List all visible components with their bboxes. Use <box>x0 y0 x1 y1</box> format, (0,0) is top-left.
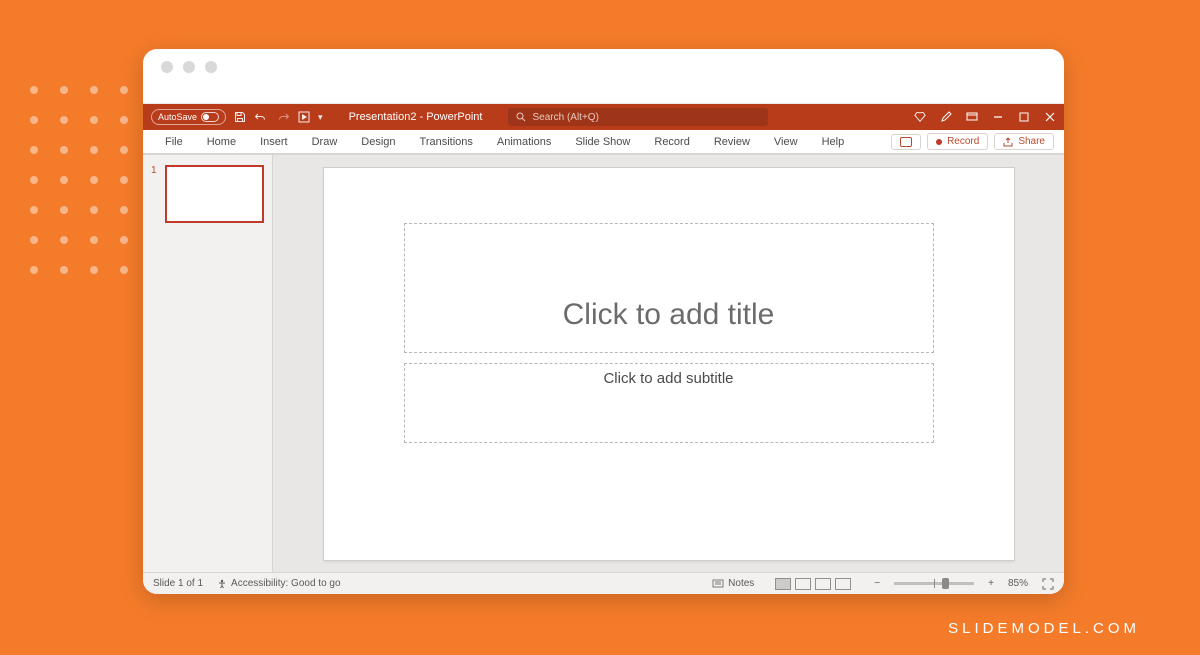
slide-counter[interactable]: Slide 1 of 1 <box>153 578 203 589</box>
zoom-in-button[interactable]: + <box>988 578 994 589</box>
subtitle-placeholder-text: Click to add subtitle <box>603 364 733 387</box>
zoom-out-button[interactable]: − <box>874 578 880 589</box>
comment-icon <box>900 137 912 147</box>
diamond-icon[interactable] <box>914 111 926 123</box>
title-placeholder-text: Click to add title <box>563 298 775 352</box>
work-area: 1 Click to add title Click to add subtit… <box>143 154 1064 572</box>
autosave-toggle[interactable]: AutoSave <box>151 109 226 125</box>
autosave-label: AutoSave <box>158 110 197 124</box>
maximize-icon[interactable] <box>1018 112 1030 122</box>
notes-toggle[interactable]: Notes <box>712 578 754 589</box>
slide-canvas-area[interactable]: Click to add title Click to add subtitle <box>273 155 1064 572</box>
save-icon[interactable] <box>234 111 246 123</box>
autosave-switch-icon <box>201 112 219 122</box>
share-icon <box>1003 137 1013 147</box>
tab-record[interactable]: Record <box>642 130 701 153</box>
search-icon <box>516 112 526 122</box>
slide-sorter-button[interactable] <box>795 578 811 590</box>
ribbon-display-icon[interactable] <box>966 112 978 122</box>
app-titlebar: AutoSave ▾ Presentation2 - PowerPoint Se… <box>143 104 1064 130</box>
zoom-slider[interactable] <box>894 582 974 585</box>
comments-button[interactable] <box>891 134 921 150</box>
share-button[interactable]: Share <box>994 133 1054 150</box>
document-title: Presentation2 - PowerPoint <box>349 111 483 123</box>
accessibility-status[interactable]: Accessibility: Good to go <box>217 578 341 589</box>
minimize-icon[interactable] <box>992 112 1004 122</box>
search-box[interactable]: Search (Alt+Q) <box>508 108 768 126</box>
ribbon-tabs: File Home Insert Draw Design Transitions… <box>143 130 1064 154</box>
reading-view-button[interactable] <box>815 578 831 590</box>
share-label: Share <box>1018 136 1045 147</box>
brand-watermark: SLIDEMODEL.COM <box>948 620 1140 637</box>
fit-to-window-button[interactable] <box>1042 578 1054 590</box>
zoom-percent[interactable]: 85% <box>1008 578 1028 589</box>
window-control-max[interactable] <box>205 61 217 73</box>
tab-review[interactable]: Review <box>702 130 762 153</box>
thumbnail-number: 1 <box>151 165 159 223</box>
powerpoint-app: AutoSave ▾ Presentation2 - PowerPoint Se… <box>143 103 1064 594</box>
tab-help[interactable]: Help <box>810 130 857 153</box>
subtitle-placeholder[interactable]: Click to add subtitle <box>404 363 934 443</box>
notes-icon <box>712 579 724 589</box>
record-label: Record <box>947 136 979 147</box>
window-control-min[interactable] <box>183 61 195 73</box>
slide-thumbnail-pane[interactable]: 1 <box>143 155 273 572</box>
status-bar: Slide 1 of 1 Accessibility: Good to go N… <box>143 572 1064 594</box>
tab-view[interactable]: View <box>762 130 810 153</box>
title-placeholder[interactable]: Click to add title <box>404 223 934 353</box>
start-from-beginning-icon[interactable] <box>298 111 310 123</box>
record-button[interactable]: Record <box>927 133 988 150</box>
qat-customize-icon[interactable]: ▾ <box>318 112 323 123</box>
tab-insert[interactable]: Insert <box>248 130 300 153</box>
tab-transitions[interactable]: Transitions <box>408 130 485 153</box>
tab-design[interactable]: Design <box>349 130 407 153</box>
thumbnail-slide-1[interactable]: 1 <box>151 165 264 223</box>
tab-draw[interactable]: Draw <box>300 130 350 153</box>
record-dot-icon <box>936 139 942 145</box>
slide-canvas: Click to add title Click to add subtitle <box>324 168 1014 560</box>
browser-titlebar <box>143 49 1064 85</box>
tab-file[interactable]: File <box>153 130 195 153</box>
tab-slide-show[interactable]: Slide Show <box>563 130 642 153</box>
undo-icon[interactable] <box>254 111 268 123</box>
window-control-close[interactable] <box>161 61 173 73</box>
redo-icon[interactable] <box>276 111 290 123</box>
accessibility-icon <box>217 579 227 589</box>
tab-home[interactable]: Home <box>195 130 248 153</box>
slideshow-view-button[interactable] <box>835 578 851 590</box>
tab-animations[interactable]: Animations <box>485 130 563 153</box>
pen-icon[interactable] <box>940 111 952 123</box>
close-icon[interactable] <box>1044 112 1056 122</box>
browser-window-frame: AutoSave ▾ Presentation2 - PowerPoint Se… <box>143 49 1064 594</box>
thumbnail-preview <box>165 165 264 223</box>
normal-view-button[interactable] <box>775 578 791 590</box>
search-placeholder: Search (Alt+Q) <box>532 112 598 123</box>
